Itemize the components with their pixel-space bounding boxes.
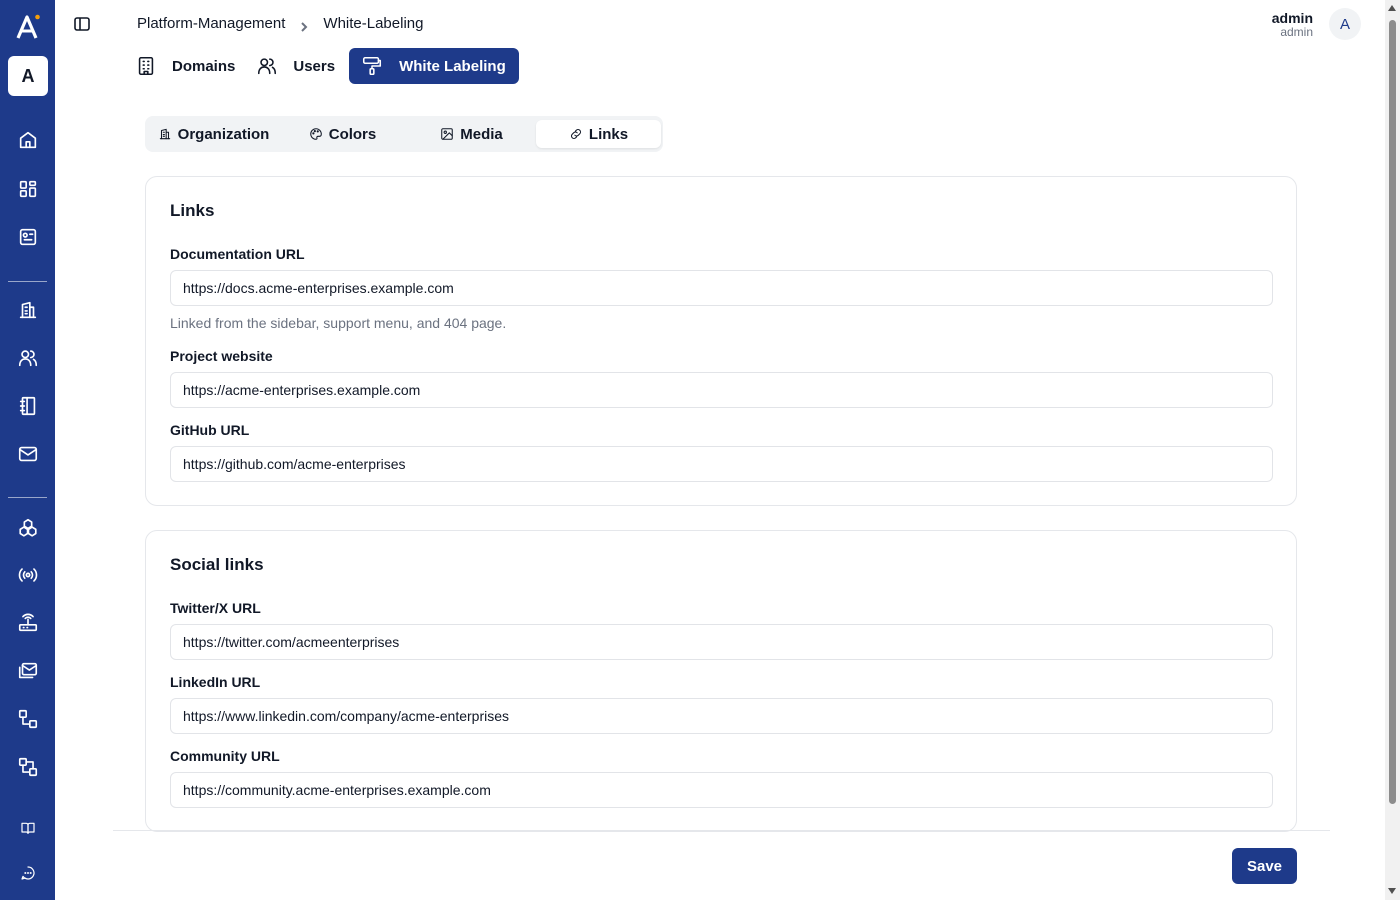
page-scrollbar[interactable]: [1385, 0, 1400, 900]
building-icon: [159, 128, 170, 140]
tab-users-label: Users: [293, 57, 336, 75]
rail-divider: [8, 281, 47, 282]
breadcrumb-item-white-labeling: White-Labeling: [323, 15, 424, 32]
community-url-input[interactable]: [170, 772, 1273, 808]
tab-domains-label: Domains: [172, 57, 236, 75]
rail-broadcast-icon[interactable]: [15, 562, 41, 588]
tab-media-label: Media: [460, 125, 503, 143]
tab-media[interactable]: Media: [407, 120, 536, 148]
linkedin-url-input[interactable]: [170, 698, 1273, 734]
rail-dashboard-grid-icon[interactable]: [15, 176, 41, 202]
scroll-up-icon[interactable]: [1388, 5, 1396, 11]
org-switcher-button[interactable]: A: [8, 56, 48, 96]
github-url-input[interactable]: [170, 446, 1273, 482]
rail-blocks-icon[interactable]: [15, 515, 41, 541]
avatar-initial: A: [1339, 15, 1350, 33]
tab-white-labeling-label: White Labeling: [399, 57, 506, 75]
paint-roller-icon: [363, 56, 382, 76]
footer-divider: [113, 830, 1330, 831]
org-initial: A: [21, 65, 35, 86]
image-icon: [441, 128, 454, 140]
top-tabs: Domains Users White Labeling: [128, 48, 521, 84]
scrollbar-thumb[interactable]: [1389, 20, 1396, 804]
section-tabs: Organization Colors Media Links: [145, 116, 663, 152]
tab-domains[interactable]: Domains: [128, 48, 247, 84]
documentation-url-input[interactable]: [170, 270, 1273, 306]
tab-white-labeling[interactable]: White Labeling: [349, 48, 519, 84]
breadcrumb-item-platform-management[interactable]: Platform-Management: [137, 15, 285, 32]
documentation-url-hint: Linked from the sidebar, support menu, a…: [170, 315, 507, 331]
rail-workflow-icon[interactable]: [15, 706, 41, 732]
user-name: admin: [1271, 10, 1313, 26]
tab-organization-label: Organization: [177, 125, 270, 143]
building-icon: [138, 56, 154, 76]
tab-colors[interactable]: Colors: [278, 120, 407, 148]
social-links-card-title: Social links: [170, 555, 264, 574]
rail-router-icon[interactable]: [15, 610, 41, 636]
user-role: admin: [1280, 25, 1313, 39]
palette-icon: [310, 128, 322, 140]
tab-links[interactable]: Links: [536, 120, 661, 148]
project-website-label: Project website: [170, 348, 273, 364]
user-menu[interactable]: admin admin: [1272, 10, 1313, 38]
rail-flow-icon[interactable]: [15, 754, 41, 780]
github-url-label: GitHub URL: [170, 422, 250, 438]
tab-organization[interactable]: Organization: [149, 120, 278, 148]
rail-notebook-icon[interactable]: [15, 393, 41, 419]
avatar[interactable]: A: [1329, 8, 1361, 40]
links-card-title: Links: [170, 201, 215, 220]
rail-apps-icon[interactable]: [15, 224, 41, 250]
project-website-input[interactable]: [170, 372, 1273, 408]
link-icon: [570, 129, 581, 139]
scroll-down-icon[interactable]: [1388, 888, 1396, 894]
linkedin-url-label: LinkedIn URL: [170, 674, 261, 690]
rail-mail-stack-icon[interactable]: [15, 658, 41, 684]
acme-a-logo-icon[interactable]: [14, 12, 42, 42]
tab-users[interactable]: Users: [249, 48, 347, 84]
rail-mail-icon[interactable]: [15, 441, 41, 467]
rail-home-icon[interactable]: [15, 127, 41, 153]
twitter-url-input[interactable]: [170, 624, 1273, 660]
left-rail: A: [0, 0, 55, 900]
rail-users-icon[interactable]: [15, 345, 41, 371]
documentation-url-label: Documentation URL: [170, 246, 305, 262]
users-icon: [258, 58, 277, 75]
twitter-url-label: Twitter/X URL: [170, 600, 261, 616]
chevron-right-icon: [299, 19, 309, 32]
breadcrumb: Platform-Management White-Labeling: [137, 15, 423, 32]
save-button[interactable]: Save: [1232, 848, 1297, 884]
rail-chat-icon[interactable]: [15, 860, 41, 886]
links-card: Links Documentation URL Linked from the …: [145, 176, 1297, 506]
rail-divider: [8, 497, 47, 498]
sidebar-toggle-icon[interactable]: [73, 15, 91, 33]
tab-links-label: Links: [588, 125, 629, 143]
rail-book-icon[interactable]: [15, 815, 41, 841]
rail-building-icon[interactable]: [15, 297, 41, 323]
social-links-card: Social links Twitter/X URL LinkedIn URL …: [145, 530, 1297, 832]
community-url-label: Community URL: [170, 748, 280, 764]
tab-colors-label: Colors: [328, 125, 377, 143]
